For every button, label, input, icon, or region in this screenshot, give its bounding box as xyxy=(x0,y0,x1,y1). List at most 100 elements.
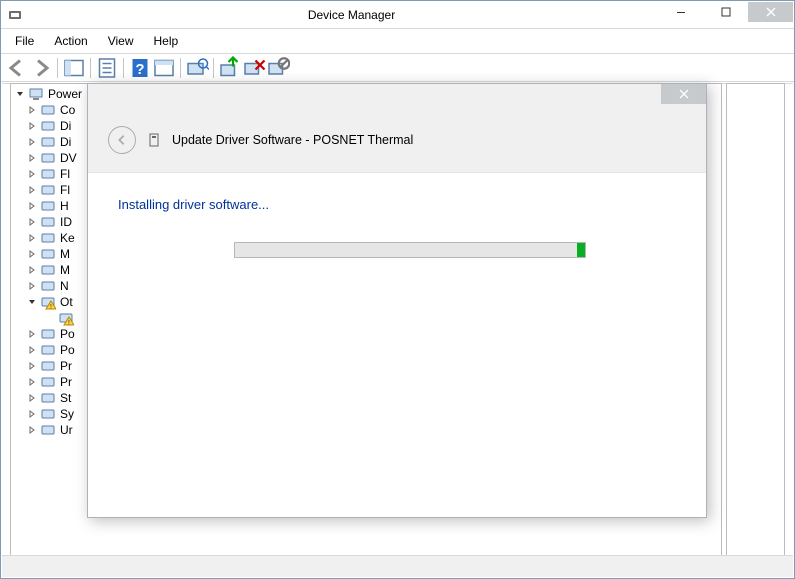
tb-action-props[interactable] xyxy=(152,56,176,80)
dialog-back-button[interactable] xyxy=(108,126,136,154)
caret-right-icon xyxy=(27,281,37,291)
menu-action[interactable]: Action xyxy=(46,31,95,51)
app-icon xyxy=(7,7,23,23)
tb-forward[interactable] xyxy=(29,56,53,80)
tree-item-label: St xyxy=(60,391,71,405)
device-category-icon xyxy=(40,406,56,422)
device-category-icon xyxy=(40,262,56,278)
caret-right-icon xyxy=(27,233,37,243)
tree-item-label: Ke xyxy=(60,231,75,245)
device-category-icon xyxy=(40,422,56,438)
caret-right-icon xyxy=(27,105,37,115)
tb-uninstall[interactable] xyxy=(242,56,266,80)
caret-right-icon xyxy=(27,377,37,387)
caret-right-icon xyxy=(27,217,37,227)
update-driver-dialog: Update Driver Software - POSNET Thermal … xyxy=(87,83,707,518)
tb-sep xyxy=(180,58,181,78)
tb-back[interactable] xyxy=(5,56,29,80)
device-category-icon xyxy=(40,166,56,182)
unknown-device-icon: ! xyxy=(58,310,74,326)
device-category-icon xyxy=(40,118,56,134)
caret-right-icon xyxy=(27,329,37,339)
device-category-icon xyxy=(40,230,56,246)
close-button[interactable] xyxy=(748,2,793,22)
svg-text:?: ? xyxy=(135,61,144,78)
tb-sep xyxy=(90,58,91,78)
caret-right-icon xyxy=(27,153,37,163)
tree-item-label: Po xyxy=(60,343,75,357)
device-category-icon xyxy=(40,150,56,166)
caret-right-icon xyxy=(27,169,37,179)
tree-item-label: Di xyxy=(60,119,71,133)
maximize-button[interactable] xyxy=(703,2,748,22)
tree-root-label: Power xyxy=(48,87,82,101)
progress-bar xyxy=(234,242,586,258)
tb-help[interactable]: ? xyxy=(128,56,152,80)
tree-item-label: Sy xyxy=(60,407,74,421)
caret-right-icon xyxy=(27,201,37,211)
tree-item-label: Co xyxy=(60,103,75,117)
caret-right-icon xyxy=(27,249,37,259)
device-category-icon xyxy=(40,182,56,198)
caret-right-icon xyxy=(27,361,37,371)
tb-scan[interactable] xyxy=(185,56,209,80)
caret-none xyxy=(45,313,55,323)
caret-right-icon xyxy=(27,393,37,403)
tree-item-label: M xyxy=(60,263,70,277)
menu-help[interactable]: Help xyxy=(146,31,187,51)
device-category-icon: ! xyxy=(40,294,56,310)
tree-item-label: Ur xyxy=(60,423,73,437)
tb-update-driver[interactable] xyxy=(218,56,242,80)
statusbar xyxy=(2,555,793,577)
window-controls xyxy=(658,2,793,22)
tree-item-label: Ot xyxy=(60,295,73,309)
device-category-icon xyxy=(40,326,56,342)
tb-sep xyxy=(213,58,214,78)
tb-sep xyxy=(57,58,58,78)
details-pane xyxy=(726,83,785,575)
device-category-icon xyxy=(40,246,56,262)
toolbar: ? xyxy=(1,54,794,82)
progress-cursor xyxy=(577,243,585,257)
device-category-icon xyxy=(40,278,56,294)
window-title: Device Manager xyxy=(29,8,674,22)
tree-item-label: Di xyxy=(60,135,71,149)
dialog-status-text: Installing driver software... xyxy=(118,197,676,212)
tree-item-label: Pr xyxy=(60,375,72,389)
device-category-icon xyxy=(40,358,56,374)
menubar: File Action View Help xyxy=(1,29,794,54)
device-category-icon xyxy=(40,390,56,406)
tree-item-label: M xyxy=(60,247,70,261)
tree-item-label: Fl xyxy=(60,167,70,181)
caret-right-icon xyxy=(27,409,37,419)
device-manager-window: Device Manager File Action View Help ? xyxy=(0,0,795,579)
dialog-titlebar xyxy=(88,84,706,112)
caret-right-icon xyxy=(27,137,37,147)
caret-down-icon xyxy=(15,89,25,99)
menu-file[interactable]: File xyxy=(7,31,42,51)
caret-down-icon xyxy=(27,297,37,307)
tree-item-label: Po xyxy=(60,327,75,341)
device-category-icon xyxy=(40,198,56,214)
device-category-icon xyxy=(40,342,56,358)
tb-show-hide-tree[interactable] xyxy=(62,56,86,80)
tree-item-label: H xyxy=(60,199,69,213)
caret-right-icon xyxy=(27,121,37,131)
device-category-icon xyxy=(40,134,56,150)
tb-disable[interactable] xyxy=(266,56,290,80)
caret-right-icon xyxy=(27,185,37,195)
device-category-icon xyxy=(40,102,56,118)
tree-item-label: ID xyxy=(60,215,72,229)
computer-icon xyxy=(28,86,44,102)
tree-item-label: N xyxy=(60,279,69,293)
tree-item-label: Fl xyxy=(60,183,70,197)
minimize-button[interactable] xyxy=(658,2,703,22)
dialog-title: Update Driver Software - POSNET Thermal xyxy=(172,133,413,147)
caret-right-icon xyxy=(27,265,37,275)
menu-view[interactable]: View xyxy=(100,31,142,51)
tb-properties[interactable] xyxy=(95,56,119,80)
device-category-icon xyxy=(40,214,56,230)
dialog-header: Update Driver Software - POSNET Thermal xyxy=(88,112,706,172)
dialog-close-button[interactable] xyxy=(661,84,706,104)
tree-item-label: Pr xyxy=(60,359,72,373)
